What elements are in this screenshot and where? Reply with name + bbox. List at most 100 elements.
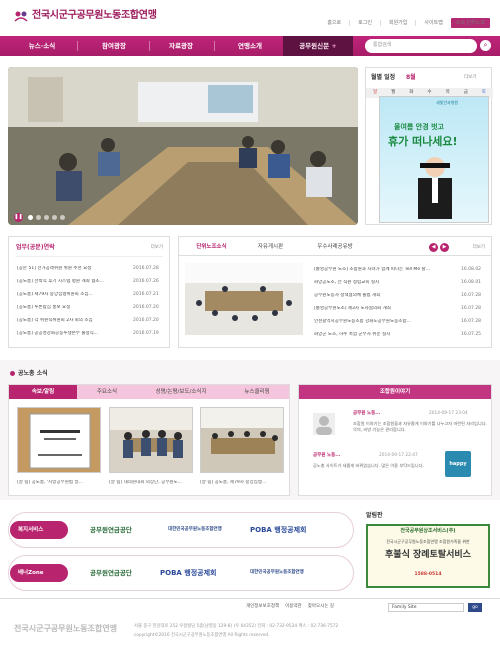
tab-free-board[interactable]: 자유게시판: [243, 244, 298, 251]
talk-author[interactable]: 공무원 노동...: [313, 453, 340, 458]
unit-news-item[interactable]: 화양군 노조, 하수 폭염 군부자 위문 실시: [314, 332, 449, 337]
home-link[interactable]: 홈으로: [327, 20, 341, 26]
news-thumb-3[interactable]: [200, 407, 284, 473]
unit-news-item[interactable]: 인천광역시공무원노동조합 강화도공무원노동조합...: [314, 319, 449, 324]
tab-clipping[interactable]: 뉴스클리핑: [225, 389, 289, 396]
news-caption-3[interactable]: [알 림] 공노총, 제79차 중앙집행...: [200, 480, 286, 485]
top-header: 전국시군구공무원노동조합연맹 홈으로 로그인 회원가입 사이트맵 소속 단위노조: [0, 0, 500, 36]
union-item[interactable]: [공노총] 각 위원직위원회 2차 회의 소집: [17, 318, 127, 323]
union-more[interactable]: 더보기: [151, 245, 163, 250]
unit-news-item[interactable]: 공무원노동자 정책협의체 출범 개최: [314, 293, 449, 298]
nav-resources[interactable]: 자료광장: [151, 36, 211, 56]
nav-divider: [77, 41, 78, 51]
slide-dots[interactable]: [28, 215, 65, 220]
tab-best-practice[interactable]: 우수사례공유방: [305, 244, 365, 251]
slide-dot[interactable]: [36, 215, 41, 220]
tab-breaking[interactable]: 속보/알림: [9, 389, 77, 396]
day-tue: 화: [409, 90, 414, 96]
union-title: 업무(공문)연락: [16, 244, 55, 251]
news-thumb-1[interactable]: [17, 407, 101, 473]
union-date: 2016.07.19: [133, 331, 159, 336]
banner-federation[interactable]: 대한민국공무원노동조합연맹: [168, 527, 222, 532]
pause-icon[interactable]: ❚❚: [14, 213, 23, 222]
happy-thumbnail[interactable]: happy: [445, 451, 471, 477]
civil-news-button[interactable]: 공무원신문 +: [283, 36, 353, 56]
meeting-photo: [8, 67, 358, 225]
banner-federation[interactable]: 대한민국공무원노동조합연맹: [250, 570, 304, 575]
tab-unit-news[interactable]: 단위노조소식: [184, 244, 239, 251]
news-caption-1[interactable]: [알 림] 공노총, '지방공무원법 일...: [17, 480, 103, 485]
unit-news-item[interactable]: [통영공무원노조] 제3차 노사협의회 개최: [314, 306, 449, 311]
search-icon[interactable]: ⌕: [480, 40, 491, 51]
union-item[interactable]: [공노총] 제79차 중앙집행위원회 소집...: [17, 292, 127, 297]
privacy-link[interactable]: 개인정보보호정책: [246, 604, 279, 609]
banner-zone-text: 배너Zone: [18, 570, 44, 576]
unit-union-button[interactable]: 소속 단위노조: [450, 18, 490, 28]
notice-phone: 1588-0514: [414, 572, 442, 577]
union-item[interactable]: [공노총] 투론합심 홍보 요청: [17, 305, 127, 310]
plus-icon: +: [331, 42, 337, 50]
unit-news-date: 16.07.28: [461, 306, 482, 311]
divider: [415, 20, 417, 26]
notice-head: 전국공무원상조서비스(주): [400, 528, 456, 534]
nav-participation[interactable]: 참여광장: [84, 36, 144, 56]
calendar-month: 8월: [406, 74, 416, 81]
day-fri: 금: [463, 90, 468, 96]
unit-news-thumbnail[interactable]: [185, 263, 303, 335]
notice-banner[interactable]: 전국공무원상조서비스(주) 전국시군구공무원노동조합연맹 조합원가족을 위한 후…: [366, 524, 490, 588]
banner-poba[interactable]: POBA 행정공제회: [250, 526, 306, 534]
slide-dot[interactable]: [44, 215, 49, 220]
hero-slider[interactable]: ❚❚: [8, 67, 358, 225]
ad-brand: 새빛안과병원: [436, 100, 459, 105]
news-caption-2[interactable]: [알 림] 대의원대회 의장단, 공무원노...: [109, 480, 195, 485]
calendar-panel: 월별 일정 8월 더보기 일 월 화 수 목 금 토 새빛안과병원 올여름 안경…: [365, 67, 493, 225]
slide-dot[interactable]: [28, 215, 33, 220]
nav-divider: [149, 41, 150, 51]
banner-pension[interactable]: 공무원연금공단: [90, 526, 132, 535]
prev-icon[interactable]: ◀: [429, 243, 438, 252]
footer-copyright: copyright©2016 전국시군구공무원노동조합연맹 All Rights…: [134, 633, 270, 638]
ad-person: [418, 157, 452, 219]
unit-news-date: 16.08.01: [461, 280, 482, 285]
sitemap-link[interactable]: 사이트맵: [424, 20, 442, 26]
union-item[interactable]: [공문 51] 전가공래위원 위원 추천 요청: [17, 266, 127, 271]
union-date: 2016.07.20: [133, 318, 159, 323]
search-input[interactable]: 통합검색: [365, 39, 477, 53]
login-link[interactable]: 로그인: [358, 20, 372, 26]
next-icon[interactable]: ▶: [440, 243, 449, 252]
nav-about[interactable]: 연맹소개: [220, 36, 280, 56]
unit-news-item[interactable]: [통영공무원 노조] 조합원과 자녀가 함께 떠나는 Tell Me 탈...: [314, 267, 449, 272]
site-logo[interactable]: 전국시군구공무원노동조합연맹: [14, 10, 157, 22]
welfare-service-label[interactable]: 복지서비스: [10, 521, 68, 539]
family-site-go-button[interactable]: go: [468, 603, 482, 612]
tab-main-news[interactable]: 주요소식: [77, 389, 137, 396]
slide-dot[interactable]: [52, 215, 57, 220]
ad-title: 올여름 안경 벗고: [394, 123, 444, 131]
ad-main: 휴가 떠나세요!: [388, 135, 458, 148]
join-link[interactable]: 회원가입: [389, 20, 407, 26]
union-date: 2016.07.26: [133, 279, 159, 284]
family-site-select[interactable]: Family Site: [388, 603, 464, 612]
calendar-more[interactable]: 더보기: [464, 75, 476, 80]
terms-link[interactable]: 이용약관: [285, 604, 302, 609]
tab-statements[interactable]: 성명/논평/보도/소식지: [137, 389, 225, 396]
main-nav: 뉴스·소식 참여광장 자료광장 연맹소개 공무원신문 + 통합검색 ⌕: [0, 36, 500, 56]
news-thumb-2[interactable]: [109, 407, 193, 473]
ad-banner[interactable]: 새빛안과병원 올여름 안경 벗고 휴가 떠나세요!: [379, 96, 489, 223]
banner-zone-label[interactable]: 배너Zone: [10, 564, 68, 582]
banner-poba[interactable]: POBA 행정공제회: [160, 569, 216, 577]
unit-news-more[interactable]: 더보기: [473, 245, 485, 250]
unit-news-item[interactable]: 화양공노조, 전 직원 청렴교육 실시: [314, 280, 449, 285]
nav-news[interactable]: 뉴스·소식: [12, 36, 72, 56]
union-item[interactable]: [공노총] 공공성강화공동투쟁본부 출정식...: [17, 331, 127, 336]
divider: [379, 20, 381, 26]
unit-news-date: 16.08.02: [461, 267, 482, 272]
footer-links: 개인정보보호정책 이용약관 찾아오시는 길: [246, 604, 334, 609]
slide-dot[interactable]: [60, 215, 65, 220]
divider: [16, 256, 163, 257]
day-mon: 월: [391, 90, 396, 96]
union-item[interactable]: [공노총] 선박직 후기 시스템 평원 개최 협조...: [17, 279, 127, 284]
directions-link[interactable]: 찾아오시는 길: [308, 604, 334, 609]
banner-pension[interactable]: 공무원연금공단: [90, 569, 132, 578]
talk-author[interactable]: 공무원 노동...: [353, 411, 380, 416]
